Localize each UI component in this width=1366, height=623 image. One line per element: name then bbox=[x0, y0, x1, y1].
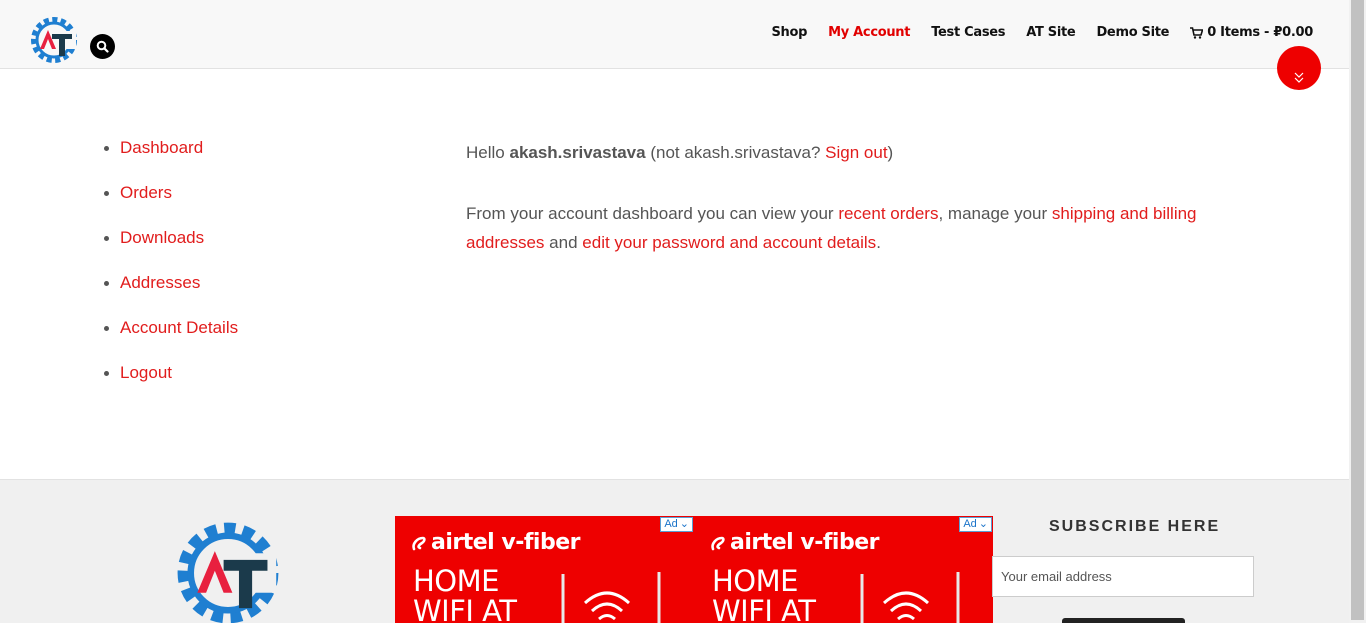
account-nav-item: Downloads bbox=[104, 228, 238, 273]
airtel-logo-icon bbox=[412, 536, 426, 550]
nav-link-orders[interactable]: Orders bbox=[120, 183, 172, 203]
nav-link-account-details[interactable]: Account Details bbox=[120, 318, 238, 338]
hello-text: Hello bbox=[466, 143, 505, 162]
bullet bbox=[104, 281, 109, 286]
nav-link-dashboard[interactable]: Dashboard bbox=[120, 138, 203, 158]
nav-link-logout[interactable]: Logout bbox=[120, 363, 172, 383]
router-image bbox=[860, 572, 960, 623]
account-nav-item: Orders bbox=[104, 183, 238, 228]
not-user-text: (not akash.srivastava? bbox=[650, 143, 821, 162]
nav-cart[interactable]: 0 Items - ₽0.00 bbox=[1190, 25, 1313, 40]
site-header: Shop My Account Test Cases AT Site Demo … bbox=[0, 0, 1349, 69]
account-nav-item: Logout bbox=[104, 363, 238, 408]
recent-orders-link[interactable]: recent orders bbox=[838, 204, 938, 223]
subscribe-heading: SUBSCRIBE HERE bbox=[1049, 518, 1221, 535]
ad-headline-line-1: HOME bbox=[712, 564, 798, 598]
ad-headline: HOME WIFI AT bbox=[712, 564, 816, 623]
footer-logo bbox=[177, 522, 279, 623]
ad-brand-text: airtel v-fiber bbox=[431, 530, 580, 555]
chevron-down-icon: ⌄ bbox=[978, 518, 988, 530]
ad-choices-badge[interactable]: Ad ⌄ bbox=[660, 517, 693, 532]
dashboard-intro: From your account dashboard you can view… bbox=[466, 199, 1226, 257]
advertisement[interactable]: airtel v-fiber HOME WIFI AT Ad ⌄ bbox=[694, 516, 993, 623]
advertisement[interactable]: airtel v-fiber HOME WIFI AT Ad ⌄ bbox=[395, 516, 694, 623]
site-logo[interactable] bbox=[28, 14, 80, 66]
ad-headline-line-2: WIFI AT bbox=[413, 594, 517, 623]
bullet bbox=[104, 236, 109, 241]
username: akash.srivastava bbox=[509, 143, 646, 162]
subscribe-button[interactable] bbox=[1062, 618, 1185, 623]
bullet bbox=[104, 191, 109, 196]
manage-text: , manage your bbox=[938, 204, 1048, 223]
search-button[interactable] bbox=[90, 34, 115, 59]
ad-badge-text: Ad bbox=[963, 518, 977, 530]
cart-label: 0 Items - ₽0.00 bbox=[1207, 25, 1313, 40]
airtel-logo-icon bbox=[711, 536, 725, 550]
ad-brand: airtel v-fiber bbox=[411, 530, 580, 555]
router-image bbox=[561, 572, 661, 623]
greeting: Hello akash.srivastava (not akash.srivas… bbox=[466, 138, 1226, 167]
ad-brand: airtel v-fiber bbox=[710, 530, 879, 555]
ad-choices-badge[interactable]: Ad ⌄ bbox=[959, 517, 992, 532]
period: . bbox=[876, 233, 881, 252]
cart-icon bbox=[1190, 26, 1204, 39]
bullet bbox=[104, 326, 109, 331]
scrollbar[interactable] bbox=[1349, 0, 1366, 623]
and-text: and bbox=[549, 233, 578, 252]
account-navigation: Dashboard Orders Downloads Addresses Acc… bbox=[104, 138, 238, 408]
double-chevron-down-icon bbox=[1294, 72, 1304, 83]
nav-my-account[interactable]: My Account bbox=[828, 25, 910, 40]
bullet bbox=[104, 371, 109, 376]
account-dashboard-content: Hello akash.srivastava (not akash.srivas… bbox=[466, 138, 1226, 257]
nav-link-addresses[interactable]: Addresses bbox=[120, 273, 200, 293]
sign-out-link[interactable]: Sign out bbox=[825, 143, 887, 162]
account-nav-item: Addresses bbox=[104, 273, 238, 318]
scroll-down-button[interactable] bbox=[1277, 46, 1321, 90]
nav-at-site[interactable]: AT Site bbox=[1026, 25, 1076, 40]
ad-headline: HOME WIFI AT bbox=[413, 564, 517, 623]
search-icon bbox=[96, 40, 109, 53]
scrollbar-thumb[interactable] bbox=[1351, 0, 1364, 620]
site-footer: airtel v-fiber HOME WIFI AT Ad ⌄ airtel v… bbox=[0, 479, 1349, 623]
account-nav-item: Account Details bbox=[104, 318, 238, 363]
nav-test-cases[interactable]: Test Cases bbox=[931, 25, 1005, 40]
nav-link-downloads[interactable]: Downloads bbox=[120, 228, 204, 248]
paren-close: ) bbox=[887, 143, 894, 162]
ad-headline-line-2: WIFI AT bbox=[712, 594, 816, 623]
chevron-down-icon: ⌄ bbox=[679, 518, 689, 530]
intro-text: From your account dashboard you can view… bbox=[466, 204, 834, 223]
ad-headline-line-1: HOME bbox=[413, 564, 499, 598]
email-field[interactable] bbox=[992, 556, 1254, 597]
account-nav-item: Dashboard bbox=[104, 138, 238, 183]
ad-brand-text: airtel v-fiber bbox=[730, 530, 879, 555]
bullet bbox=[104, 146, 109, 151]
nav-shop[interactable]: Shop bbox=[771, 25, 807, 40]
main-nav: Shop My Account Test Cases AT Site Demo … bbox=[750, 25, 1313, 40]
nav-demo-site[interactable]: Demo Site bbox=[1096, 25, 1169, 40]
ad-badge-text: Ad bbox=[664, 518, 678, 530]
edit-account-link[interactable]: edit your password and account details bbox=[582, 233, 876, 252]
